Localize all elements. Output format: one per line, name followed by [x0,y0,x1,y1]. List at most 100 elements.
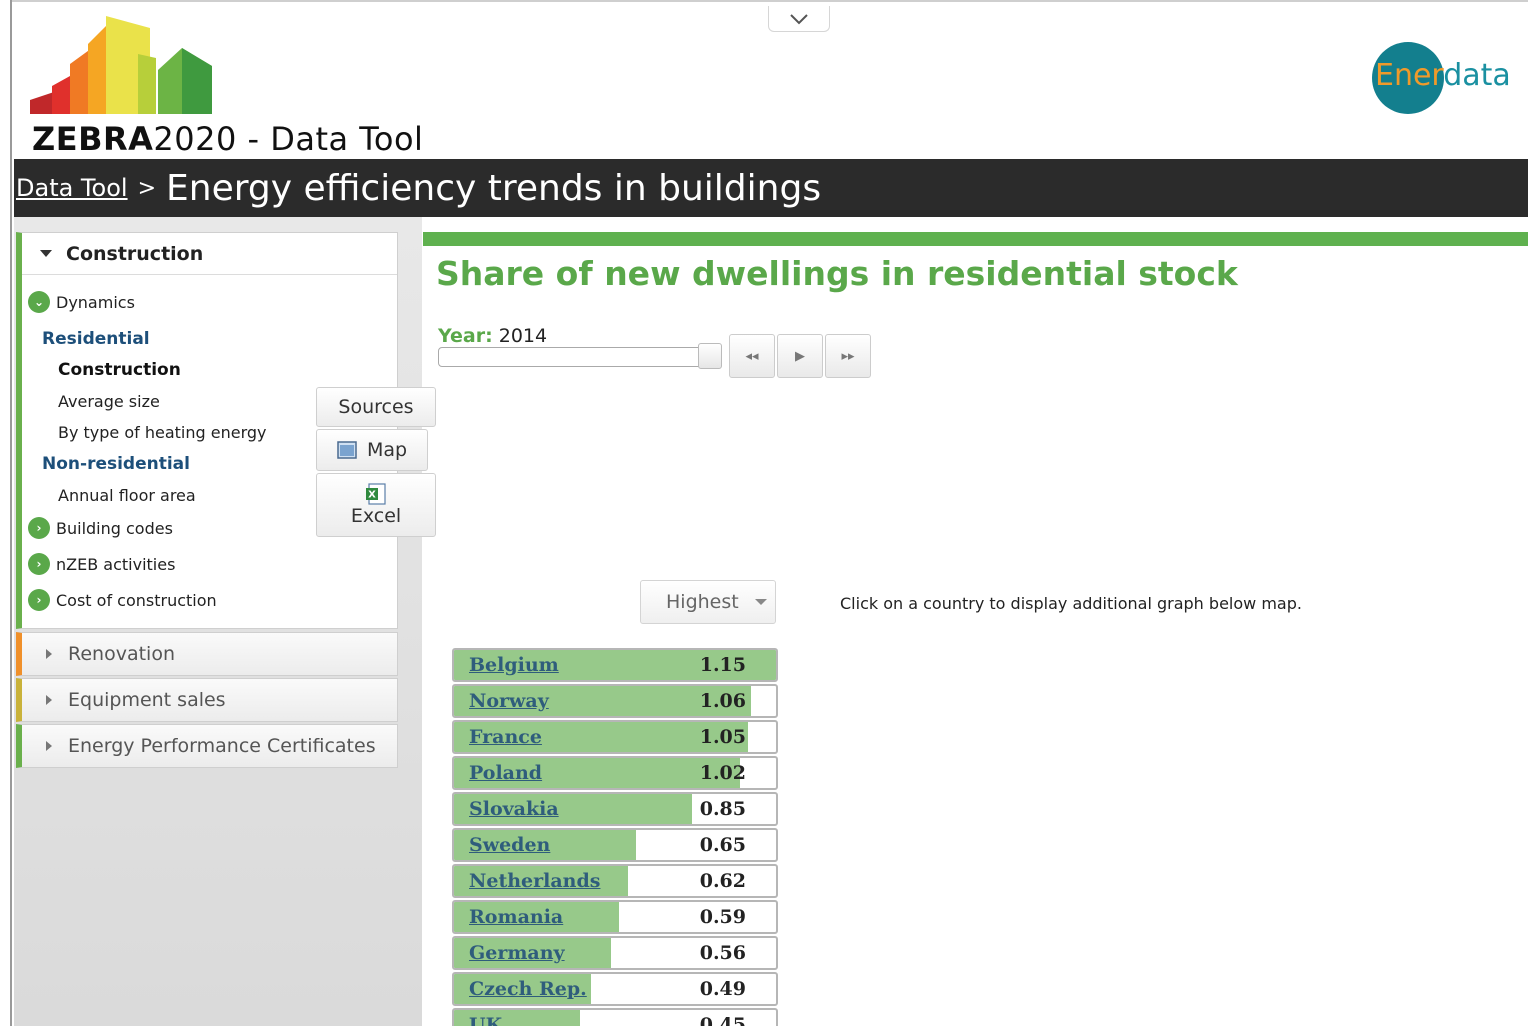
bar-country-link[interactable]: France [469,726,542,748]
construction-panel-header[interactable]: Construction [22,233,397,275]
accordion-equipment-sales[interactable]: Equipment sales [16,678,398,722]
bar-row[interactable]: Belgium 1.15 [452,648,778,682]
sidebar-item-building-codes[interactable]: › Building codes [28,517,173,539]
map-button-label: Map [366,439,408,461]
forward-button[interactable]: ▸▸ [825,334,871,378]
app-title: ZEBRA2020 - Data Tool [32,120,423,158]
bar-value-label: 0.62 [699,870,746,892]
header-collapse-toggle[interactable] [768,6,830,32]
app-title-rest: 2020 - Data Tool [153,120,424,158]
sidebar-item-label: Construction [58,360,181,380]
play-button[interactable]: ▶ [777,334,823,378]
bar-row[interactable]: Netherlands 0.62 [452,864,778,898]
expand-right-icon: › [28,517,50,539]
zebra-logo-icon [30,16,212,114]
caret-right-icon [46,649,52,659]
bar-country-link[interactable]: Sweden [469,834,550,856]
bar-value-label: 1.05 [699,726,746,748]
bar-country-link[interactable]: Czech Rep. [469,978,587,1000]
bar-country-link[interactable]: Romania [469,906,563,928]
bar-row[interactable]: Germany 0.56 [452,936,778,970]
sidebar-item-heating-energy[interactable]: By type of heating energy [58,423,267,442]
year-slider-handle[interactable] [698,343,722,369]
bar-row[interactable]: France 1.05 [452,720,778,754]
sources-button[interactable]: Sources [316,387,436,427]
bar-country-link[interactable]: Norway [469,690,549,712]
bar-country-link[interactable]: Poland [469,762,542,784]
excel-button-label: Excel [350,505,402,527]
rewind-icon: ◂◂ [745,348,759,364]
caret-right-icon [46,695,52,705]
expand-right-icon: › [28,589,50,611]
rewind-button[interactable]: ◂◂ [729,334,775,378]
accordion-label: Energy Performance Certificates [68,735,376,757]
sidebar-item-average-size[interactable]: Average size [58,392,160,411]
bar-row[interactable]: Sweden 0.65 [452,828,778,862]
sidebar-item-label: Residential [42,329,150,349]
bar-value-label: 0.45 [699,1014,746,1026]
caret-right-icon [46,741,52,751]
year-value: 2014 [498,325,548,347]
sidebar-item-construction[interactable]: Construction [58,360,181,380]
play-icon: ▶ [795,348,805,364]
bar-value-label: 0.56 [699,942,746,964]
expand-right-icon: › [28,553,50,575]
bar-country-link[interactable]: Belgium [469,654,559,676]
sidebar-item-non-residential[interactable]: Non-residential [42,454,190,474]
sources-button-label: Sources [338,396,414,418]
enerdata-logo[interactable]: Enerdata [1372,40,1512,114]
chart-title: Share of new dwellings in residential st… [436,254,1238,293]
bar-value-label: 1.15 [699,654,746,676]
bar-row[interactable]: Czech Rep. 0.49 [452,972,778,1006]
app-title-bold: ZEBRA [32,120,154,158]
sidebar-item-annual-floor-area[interactable]: Annual floor area [58,486,196,505]
bar-value-label: 1.02 [699,762,746,784]
sidebar-item-dynamics[interactable]: ⌄ Dynamics [28,291,135,313]
sidebar-item-label: By type of heating energy [58,423,267,442]
bar-country-link[interactable]: UK [469,1014,502,1026]
bar-row[interactable]: Poland 1.02 [452,756,778,790]
bar-country-link[interactable]: Slovakia [469,798,559,820]
accordion-renovation[interactable]: Renovation [16,632,398,676]
sidebar-item-label: nZEB activities [56,554,176,574]
year-slider-track[interactable] [438,347,720,367]
construction-panel-title: Construction [66,242,204,265]
bar-row[interactable]: Romania 0.59 [452,900,778,934]
year-key: Year: [438,325,493,347]
year-label: Year: 2014 [438,325,547,347]
caret-down-icon [40,250,52,257]
breadcrumb-bar: Data Tool > Energy efficiency trends in … [14,159,1528,217]
bar-country-link[interactable]: Germany [469,942,565,964]
accordion-epc[interactable]: Energy Performance Certificates [16,724,398,768]
sidebar-item-nzeb[interactable]: › nZEB activities [28,553,175,575]
chevron-down-icon [754,599,767,605]
map-icon [337,441,357,459]
page-title: Energy efficiency trends in buildings [166,167,822,209]
bar-row[interactable]: Slovakia 0.85 [452,792,778,826]
breadcrumb-separator: > [137,175,156,201]
sidebar-item-cost[interactable]: › Cost of construction [28,589,217,611]
sidebar-item-residential[interactable]: Residential [42,329,150,349]
excel-button[interactable]: X Excel [316,473,436,537]
bar-country-link[interactable]: Netherlands [469,870,600,892]
accordion-label: Equipment sales [68,689,226,711]
map-hint-text: Click on a country to display additional… [840,594,1302,613]
bar-row[interactable]: UK 0.45 [452,1008,778,1026]
sidebar-item-label: Building codes [56,518,173,538]
svg-text:X: X [368,490,376,501]
accordion-label: Renovation [68,643,175,665]
breadcrumb-link-data-tool[interactable]: Data Tool [16,174,128,202]
map-button[interactable]: Map [316,429,428,471]
excel-icon: X [366,483,386,505]
sidebar-item-label: Non-residential [42,454,190,474]
sidebar-item-label: Average size [58,392,160,411]
bar-value-label: 1.06 [699,690,746,712]
bar-value-label: 0.85 [699,798,746,820]
bar-value-label: 0.49 [699,978,746,1000]
forward-icon: ▸▸ [841,348,855,364]
bar-row[interactable]: Norway 1.06 [452,684,778,718]
sidebar-item-label: Dynamics [56,292,135,312]
sidebar-item-label: Annual floor area [58,486,196,505]
sidebar-item-label: Cost of construction [56,590,217,610]
sort-select[interactable]: Highest [640,580,776,624]
